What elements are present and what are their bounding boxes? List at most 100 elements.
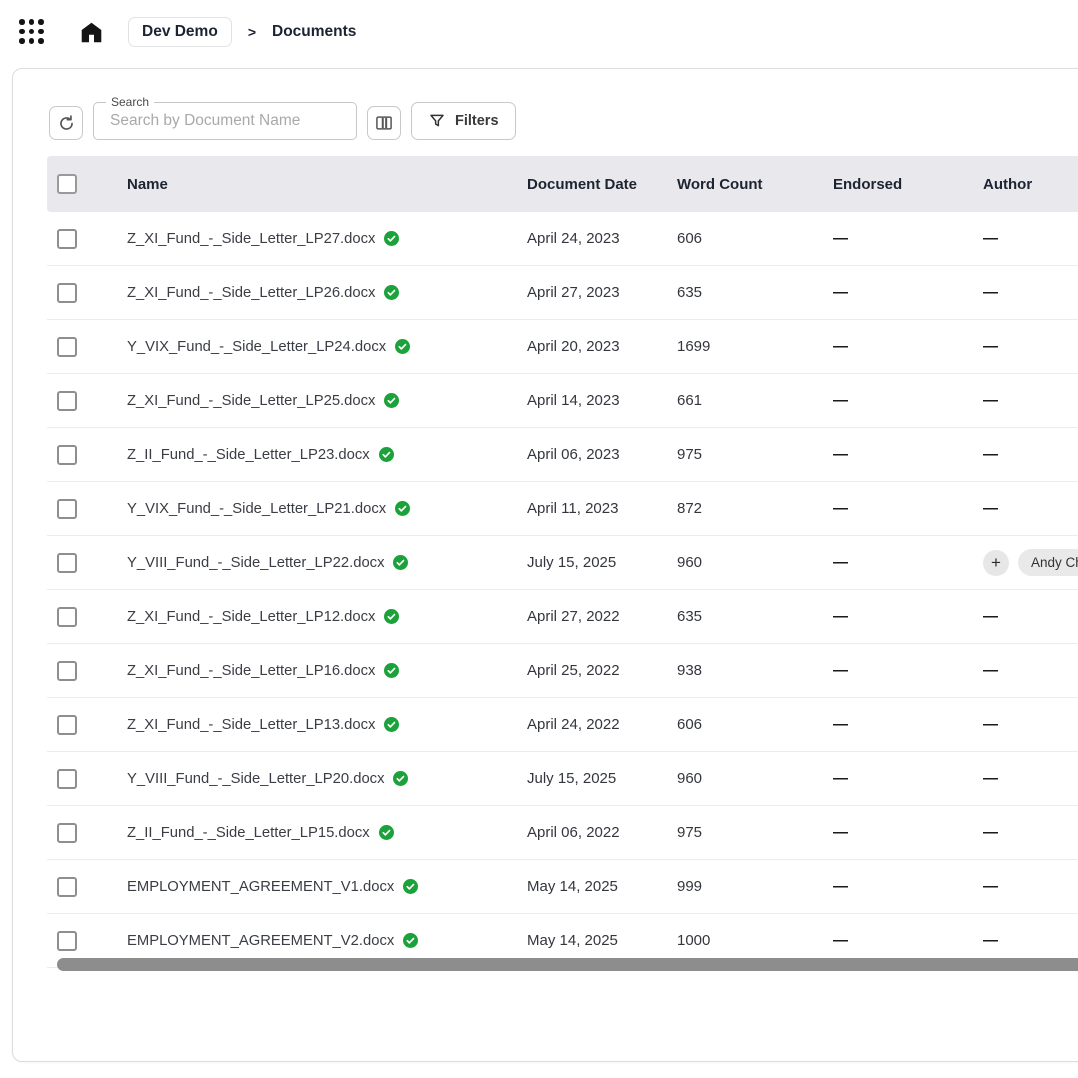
document-name[interactable]: Z_XI_Fund_-_Side_Letter_LP25.docx	[127, 393, 375, 409]
verified-check-badge-icon	[395, 501, 410, 516]
table-row[interactable]: Z_II_Fund_-_Side_Letter_LP23.docxApril 0…	[47, 428, 1078, 482]
word-count: 661	[677, 392, 702, 409]
row-checkbox[interactable]	[57, 823, 77, 843]
verified-check-badge-icon	[384, 231, 399, 246]
table-row[interactable]: Y_VIX_Fund_-_Side_Letter_LP21.docx April …	[47, 482, 1078, 536]
word-count: 975	[677, 446, 702, 463]
documents-panel: Search Filters N	[12, 68, 1078, 1062]
document-name[interactable]: Z_XI_Fund_-_Side_Letter_LP26.docx	[127, 285, 375, 301]
endorsed-value: —	[833, 824, 847, 841]
table-row[interactable]: Z_XI_Fund_-_Side_Letter_LP12.docxApril 2…	[47, 590, 1078, 644]
word-count: 938	[677, 662, 702, 679]
author-value: —	[983, 392, 997, 409]
row-checkbox[interactable]	[57, 607, 77, 627]
search-field-label: Search	[106, 95, 154, 109]
column-settings-button[interactable]	[367, 106, 401, 140]
document-name[interactable]: EMPLOYMENT_AGREEMENT_V2.docx	[127, 933, 394, 949]
verified-check-badge-icon	[393, 771, 408, 786]
table-row[interactable]: Y_VIII_Fund_-_Side_Letter_LP22.docxJuly …	[47, 536, 1078, 590]
column-header-author[interactable]: Author	[977, 176, 1078, 193]
author-value: —	[983, 338, 997, 355]
horizontal-scrollbar[interactable]	[57, 958, 1078, 971]
word-count: 606	[677, 716, 702, 733]
endorsed-value: —	[833, 554, 847, 571]
row-checkbox[interactable]	[57, 769, 77, 789]
document-name[interactable]: Z_XI_Fund_-_Side_Letter_LP13.docx	[127, 717, 375, 733]
add-author-button[interactable]: +	[983, 550, 1009, 576]
document-date: April 11, 2023	[527, 500, 618, 517]
refresh-icon	[57, 114, 76, 133]
table-row[interactable]: Z_XI_Fund_-_Side_Letter_LP26.docxApril 2…	[47, 266, 1078, 320]
document-name[interactable]: Z_XI_Fund_-_Side_Letter_LP16.docx	[127, 663, 375, 679]
column-header-document-date[interactable]: Document Date	[527, 176, 677, 193]
document-name[interactable]: Y_VIII_Fund_-_Side_Letter_LP20.docx	[127, 771, 384, 787]
endorsed-value: —	[833, 716, 847, 733]
word-count: 960	[677, 770, 702, 787]
endorsed-value: —	[833, 932, 847, 949]
verified-check-badge-icon	[384, 663, 399, 678]
document-date: April 25, 2022	[527, 662, 620, 679]
document-date: April 06, 2022	[527, 824, 620, 841]
endorsed-value: —	[833, 608, 847, 625]
author-chip[interactable]: Andy Chian	[1018, 549, 1078, 576]
refresh-button[interactable]	[49, 106, 83, 140]
filter-funnel-icon	[428, 112, 446, 130]
row-checkbox[interactable]	[57, 445, 77, 465]
endorsed-value: —	[833, 500, 847, 517]
verified-check-badge-icon	[384, 285, 399, 300]
row-checkbox[interactable]	[57, 337, 77, 357]
row-checkbox[interactable]	[57, 553, 77, 573]
table-row[interactable]: Z_XI_Fund_-_Side_Letter_LP25.docxApril 1…	[47, 374, 1078, 428]
author-value: —	[983, 878, 997, 895]
table-row[interactable]: Z_XI_Fund_-_Side_Letter_LP16.docx April 2…	[47, 644, 1078, 698]
document-name[interactable]: Z_II_Fund_-_Side_Letter_LP23.docx	[127, 447, 370, 463]
word-count: 635	[677, 284, 702, 301]
row-checkbox[interactable]	[57, 283, 77, 303]
filters-button[interactable]: Filters	[411, 102, 516, 140]
document-name[interactable]: Y_VIX_Fund_-_Side_Letter_LP21.docx	[127, 501, 386, 517]
document-name[interactable]: EMPLOYMENT_AGREEMENT_V1.docx	[127, 879, 394, 895]
row-checkbox[interactable]	[57, 499, 77, 519]
endorsed-value: —	[833, 230, 847, 247]
select-all-checkbox[interactable]	[57, 174, 77, 194]
author-value: —	[983, 284, 997, 301]
table-row[interactable]: Y_VIX_Fund_-_Side_Letter_LP24.docxApril …	[47, 320, 1078, 374]
word-count: 606	[677, 230, 702, 247]
table-row[interactable]: EMPLOYMENT_AGREEMENT_V1.docx May 14, 2025…	[47, 860, 1078, 914]
table-row[interactable]: Z_XI_Fund_-_Side_Letter_LP13.docxApril 2…	[47, 698, 1078, 752]
author-value: —	[983, 824, 997, 841]
documents-table: Name Document Date Word Count Endorsed A…	[47, 156, 1078, 972]
word-count: 635	[677, 608, 702, 625]
row-checkbox[interactable]	[57, 661, 77, 681]
table-body: Z_XI_Fund_-_Side_Letter_LP27.docx April 2…	[47, 212, 1078, 972]
column-header-name[interactable]: Name	[127, 176, 527, 193]
breadcrumb-root[interactable]: Dev Demo	[128, 17, 232, 47]
row-checkbox[interactable]	[57, 229, 77, 249]
row-checkbox[interactable]	[57, 391, 77, 411]
document-name[interactable]: Y_VIX_Fund_-_Side_Letter_LP24.docx	[127, 339, 386, 355]
table-row[interactable]: Z_XI_Fund_-_Side_Letter_LP27.docx April 2…	[47, 212, 1078, 266]
author-value: —	[983, 662, 997, 679]
document-date: May 14, 2025	[527, 878, 618, 895]
column-header-word-count[interactable]: Word Count	[677, 176, 827, 193]
breadcrumb-separator-icon: >	[248, 24, 256, 40]
column-header-endorsed[interactable]: Endorsed	[827, 176, 977, 193]
row-checkbox[interactable]	[57, 931, 77, 951]
table-row[interactable]: Y_VIII_Fund_-_Side_Letter_LP20.docxJuly …	[47, 752, 1078, 806]
search-input[interactable]	[108, 111, 346, 131]
document-name[interactable]: Z_XI_Fund_-_Side_Letter_LP12.docx	[127, 609, 375, 625]
row-checkbox[interactable]	[57, 877, 77, 897]
apps-grid-icon[interactable]	[18, 18, 46, 46]
endorsed-value: —	[833, 338, 847, 355]
table-row[interactable]: Z_II_Fund_-_Side_Letter_LP15.docx April 0…	[47, 806, 1078, 860]
row-checkbox[interactable]	[57, 715, 77, 735]
home-icon[interactable]	[76, 17, 106, 47]
document-name[interactable]: Z_XI_Fund_-_Side_Letter_LP27.docx	[127, 231, 375, 247]
author-value: —	[983, 500, 997, 517]
document-date: April 24, 2023	[527, 230, 620, 247]
author-value: —	[983, 230, 997, 247]
verified-check-badge-icon	[384, 393, 399, 408]
document-name[interactable]: Z_II_Fund_-_Side_Letter_LP15.docx	[127, 825, 370, 841]
document-name[interactable]: Y_VIII_Fund_-_Side_Letter_LP22.docx	[127, 555, 384, 571]
verified-check-badge-icon	[393, 555, 408, 570]
